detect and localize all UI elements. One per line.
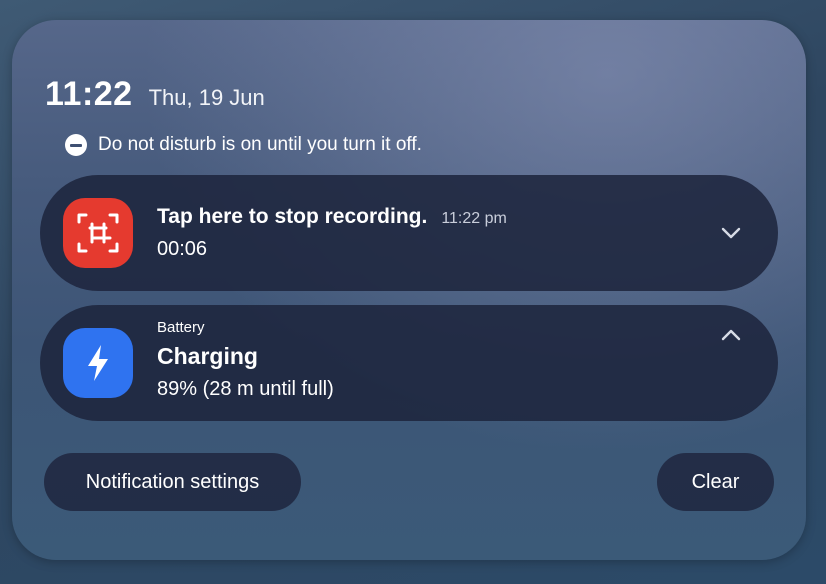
battery-title: Charging (157, 343, 258, 369)
clock-date: Thu, 19 Jun (148, 85, 265, 110)
recording-timestamp: 11:22 pm (441, 210, 507, 227)
dnd-text: Do not disturb is on until you turn it o… (98, 134, 422, 155)
battery-status: 89% (28 m until full) (157, 378, 334, 400)
clear-button[interactable]: Clear (657, 453, 774, 511)
battery-notification[interactable]: Battery Charging 89% (28 m until full) (40, 305, 778, 421)
chevron-down-icon[interactable] (717, 219, 745, 247)
dnd-banner[interactable]: Do not disturb is on until you turn it o… (65, 134, 422, 156)
screen-recording-notification[interactable]: Tap here to stop recording. 11:22 pm 00:… (40, 175, 778, 291)
notification-shade: 11:22 Thu, 19 Jun Do not disturb is on u… (12, 20, 806, 560)
recording-title-row: Tap here to stop recording. 11:22 pm (157, 205, 507, 229)
clock-header: 11:22 Thu, 19 Jun (45, 75, 265, 114)
chevron-up-icon[interactable] (717, 321, 745, 349)
lightning-bolt-icon (63, 328, 133, 398)
battery-app-name: Battery (157, 319, 205, 336)
clock-time: 11:22 (45, 75, 133, 113)
screen-record-icon (63, 198, 133, 268)
recording-title: Tap here to stop recording. (157, 205, 428, 228)
do-not-disturb-icon (65, 134, 87, 156)
notification-settings-button[interactable]: Notification settings (44, 453, 301, 511)
recording-duration: 00:06 (157, 238, 208, 260)
